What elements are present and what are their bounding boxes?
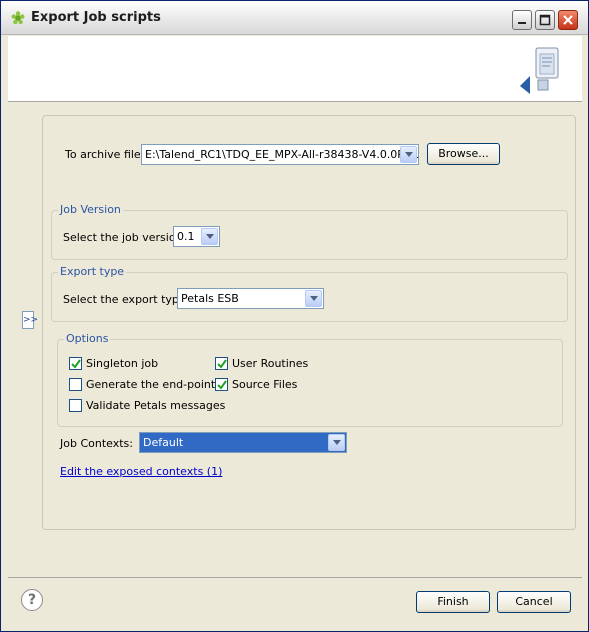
job-contexts-value: Default [143,436,184,449]
cancel-button[interactable]: Cancel [497,591,571,613]
chevron-down-icon[interactable] [305,290,322,307]
checkbox-unchecked-icon[interactable] [69,378,82,391]
close-button[interactable] [558,10,578,30]
export-job-dialog: Export Job scripts >> To archive file: E… [0,0,589,632]
close-icon [563,15,573,25]
archive-file-label: To archive file: [65,148,145,161]
minimize-button[interactable] [512,10,532,30]
checkbox-checked-icon[interactable] [215,378,228,391]
footer-separator [8,577,582,578]
browse-button[interactable]: Browse... [427,143,500,165]
chevron-down-icon[interactable] [328,434,345,451]
export-type-label: Select the export type [63,293,186,306]
collapse-button[interactable]: >> [22,311,38,329]
minimize-icon [518,22,526,24]
options-group: Options Singleton job User Routines Gene… [57,332,563,427]
checkbox-unchecked-icon[interactable] [69,399,82,412]
title-bar[interactable]: Export Job scripts [1,1,588,35]
archive-file-combo[interactable]: E:\Talend_RC1\TDQ_EE_MPX-All-r38438-V4.0… [141,144,419,165]
options-group-title: Options [64,332,111,345]
source-files-label: Source Files [232,378,298,391]
export-document-icon [514,46,564,97]
export-type-value: Petals ESB [181,292,239,305]
archive-file-value: E:\Talend_RC1\TDQ_EE_MPX-All-r38438-V4.0… [145,148,420,161]
chevron-down-icon[interactable] [201,228,218,245]
chevron-down-icon[interactable] [400,146,417,163]
job-version-group: Job Version Select the job version 0.1 [51,203,568,260]
generate-endpoint-label: Generate the end-point [86,378,216,391]
user-routines-label: User Routines [232,357,309,370]
help-icon[interactable]: ? [21,589,43,611]
maximize-icon [539,14,551,26]
singleton-job-label: Singleton job [86,357,159,370]
window-title: Export Job scripts [31,10,161,25]
checkbox-checked-icon[interactable] [215,357,228,370]
finish-button[interactable]: Finish [416,591,490,613]
talend-star-icon [11,11,25,25]
checkbox-checked-icon[interactable] [69,357,82,370]
wizard-content: >> To archive file: E:\Talend_RC1\TDQ_EE… [8,102,582,580]
export-type-group-title: Export type [58,265,127,278]
wizard-banner [8,36,582,102]
job-version-combo[interactable]: 0.1 [173,226,220,247]
validate-petals-label: Validate Petals messages [86,399,226,412]
job-contexts-label: Job Contexts: [60,437,133,450]
export-options-panel: To archive file: E:\Talend_RC1\TDQ_EE_MP… [42,115,576,530]
export-type-combo[interactable]: Petals ESB [177,288,324,309]
maximize-button[interactable] [535,10,555,30]
job-contexts-combo[interactable]: Default [139,432,347,453]
job-version-label: Select the job version [63,231,183,244]
job-version-group-title: Job Version [58,203,123,216]
export-type-group: Export type Select the export type Petal… [51,265,568,322]
edit-contexts-link[interactable]: Edit the exposed contexts (1) [60,465,222,478]
job-version-value: 0.1 [177,230,195,243]
